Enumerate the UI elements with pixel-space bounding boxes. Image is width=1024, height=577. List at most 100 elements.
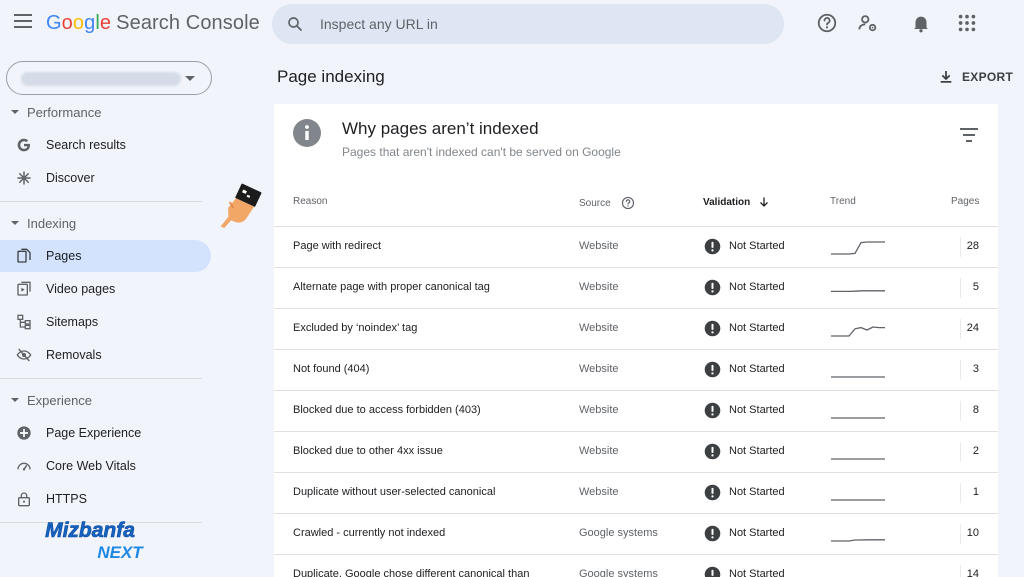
lock-icon: [18, 492, 30, 507]
table-row[interactable]: Page with redirect Website Not Started 28: [274, 226, 998, 267]
export-button[interactable]: EXPORT: [938, 67, 1013, 87]
filter-icon[interactable]: [960, 128, 978, 142]
sidebar-item-label: HTTPS: [46, 492, 87, 506]
sidebar-item-core-web-vitals[interactable]: Core Web Vitals: [0, 450, 211, 482]
table-row[interactable]: Blocked due to access forbidden (403) Web…: [274, 390, 998, 431]
table-row[interactable]: Blocked due to other 4xx issue Website Not…: [274, 431, 998, 472]
trend-sparkline: [831, 241, 885, 255]
validation-status: Not Started: [729, 486, 785, 498]
table-row[interactable]: Duplicate without user-selected canonica…: [274, 472, 998, 513]
card-title: Why pages aren’t indexed: [342, 119, 539, 138]
exclamation-status-icon: [704, 402, 721, 419]
section-label: Indexing: [27, 215, 77, 231]
url-inspection-search[interactable]: [272, 4, 784, 44]
column-header-source[interactable]: Source: [579, 196, 635, 210]
column-label: Validation: [703, 196, 751, 208]
column-divider: [960, 524, 961, 544]
column-label: Reason: [293, 196, 328, 207]
column-divider: [960, 278, 961, 298]
watermark-line1: Mizbanfa: [45, 519, 135, 542]
app-logo[interactable]: Google Search Console: [46, 12, 260, 35]
pages-count: 1: [972, 486, 979, 498]
video-pages-icon: [17, 281, 31, 296]
column-header-pages[interactable]: Pages: [951, 196, 979, 207]
column-header-trend[interactable]: Trend: [830, 196, 856, 207]
source-cell: Website: [579, 281, 619, 293]
table-row[interactable]: Not found (404) Website Not Started 3: [274, 349, 998, 390]
reason-cell: Duplicate, Google chose different canoni…: [293, 568, 530, 577]
sidebar-item-page-experience[interactable]: Page Experience: [0, 417, 211, 449]
column-divider: [960, 401, 961, 421]
reason-cell: Duplicate without user-selected canonica…: [293, 486, 496, 498]
source-cell: Website: [579, 240, 619, 252]
sidebar-item-sitemaps[interactable]: Sitemaps: [0, 306, 211, 338]
notifications-bell-icon[interactable]: [910, 12, 932, 34]
source-cell: Website: [579, 363, 619, 375]
dropdown-caret-icon: [185, 76, 195, 81]
reason-cell: Alternate page with proper canonical tag: [293, 281, 490, 293]
removals-eye-icon: [16, 348, 32, 362]
sidebar-item-search-results[interactable]: Search results: [0, 129, 211, 161]
exclamation-status-icon: [704, 238, 721, 255]
search-icon[interactable]: [286, 15, 304, 33]
help-circle-icon[interactable]: [621, 196, 635, 210]
section-performance[interactable]: Performance: [0, 101, 210, 123]
section-label: Performance: [27, 104, 102, 120]
settings-user-icon[interactable]: [857, 12, 879, 34]
apps-grid-icon[interactable]: [956, 12, 978, 34]
sitemap-icon: [17, 314, 31, 330]
source-cell: Google systems: [579, 568, 658, 577]
table-row[interactable]: Crawled - currently not indexed Google sy…: [274, 513, 998, 554]
google-wordmark: Google: [46, 12, 111, 34]
info-icon: [293, 119, 321, 147]
product-name: Search Console: [116, 12, 260, 34]
export-label: EXPORT: [962, 70, 1014, 84]
column-header-reason[interactable]: Reason: [293, 196, 327, 207]
trend-sparkline: [831, 290, 885, 293]
download-icon: [940, 71, 952, 83]
property-selector[interactable]: [6, 61, 212, 95]
help-icon[interactable]: [816, 12, 838, 34]
sidebar-item-video-pages[interactable]: Video pages: [0, 273, 211, 305]
column-label: Pages: [951, 196, 980, 207]
trend-sparkline: [830, 563, 886, 577]
reason-cell: Blocked due to other 4xx issue: [293, 445, 443, 457]
sidebar-item-removals[interactable]: Removals: [0, 339, 211, 371]
validation-status: Not Started: [729, 322, 785, 334]
trend-sparkline: [831, 499, 885, 501]
pages-count: 2: [972, 445, 979, 457]
trend-sparkline: [831, 539, 885, 542]
collapse-triangle-icon: [11, 110, 19, 114]
logo-letter: o: [72, 12, 85, 34]
hand-pointer-illustration: [220, 183, 262, 229]
sidebar-divider: [0, 201, 202, 202]
main-menu-icon[interactable]: [14, 14, 32, 28]
sidebar-item-discover[interactable]: Discover: [0, 162, 211, 194]
pages-icon: [17, 248, 31, 263]
validation-status: Not Started: [729, 445, 785, 457]
section-indexing[interactable]: Indexing: [0, 212, 210, 234]
validation-status: Not Started: [729, 240, 785, 252]
logo-letter: G: [46, 12, 62, 34]
table-row[interactable]: Excluded by ‘noindex’ tag Website Not Star…: [274, 308, 998, 349]
reason-cell: Page with redirect: [293, 240, 382, 252]
sidebar-item-pages[interactable]: Pages: [0, 240, 211, 272]
sidebar-item-https[interactable]: HTTPS: [0, 483, 211, 515]
reason-cell: Excluded by ‘noindex’ tag: [293, 322, 418, 334]
source-cell: Website: [579, 404, 619, 416]
column-divider: [960, 319, 961, 339]
logo-letter: g: [84, 12, 96, 34]
column-divider: [960, 565, 961, 577]
trend-sparkline: [831, 458, 885, 460]
table-row[interactable]: Duplicate, Google chose different canoni…: [274, 554, 998, 577]
exclamation-status-icon: [704, 279, 721, 296]
sidebar-item-label: Core Web Vitals: [46, 459, 136, 473]
column-header-validation[interactable]: Validation: [703, 196, 770, 208]
section-experience[interactable]: Experience: [0, 389, 210, 411]
search-input[interactable]: [320, 12, 760, 36]
column-divider: [960, 237, 961, 257]
column-divider: [960, 483, 961, 503]
table-row[interactable]: Alternate page with proper canonical tag…: [274, 267, 998, 308]
exclamation-status-icon: [704, 443, 721, 460]
pages-count: 28: [966, 240, 979, 252]
